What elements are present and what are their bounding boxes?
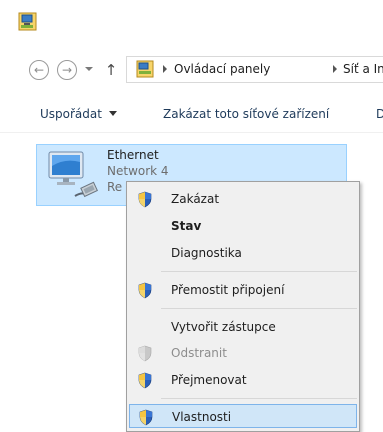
uac-shield-icon xyxy=(138,282,152,299)
chevron-down-icon xyxy=(108,111,117,116)
menu-item-label: Diagnostika xyxy=(171,246,242,260)
breadcrumb-network[interactable]: Síť a Int xyxy=(343,62,383,76)
menu-item-label: Přejmenovat xyxy=(171,373,247,387)
adapter-name: Ethernet xyxy=(107,148,159,162)
menu-item-diagnostics[interactable]: Diagnostika xyxy=(129,241,357,265)
recent-locations-icon[interactable] xyxy=(85,67,93,71)
disable-device-button[interactable]: Zakázat toto síťové zařízení xyxy=(163,107,329,121)
menu-item-status[interactable]: Stav xyxy=(129,214,357,238)
menu-item-disable[interactable]: Zakázat xyxy=(129,187,357,211)
control-panel-icon xyxy=(136,60,154,78)
breadcrumb-separator-icon[interactable] xyxy=(163,65,167,73)
uac-shield-icon xyxy=(139,409,153,426)
menu-item-rename[interactable]: Přejmenovat xyxy=(129,368,357,392)
forward-arrow-icon[interactable]: → xyxy=(57,60,77,80)
menu-item-label: Vytvořit zástupce xyxy=(171,320,276,334)
menu-separator xyxy=(161,271,357,272)
menu-item-label: Přemostit připojení xyxy=(171,283,285,297)
uac-shield-icon xyxy=(138,345,152,362)
title-bar xyxy=(0,0,383,44)
organize-label: Uspořádat xyxy=(40,107,102,121)
menu-item-delete: Odstranit xyxy=(129,341,357,365)
command-bar: Uspořádat Zakázat toto síťové zařízení D xyxy=(0,97,383,133)
menu-item-properties[interactable]: Vlastnosti xyxy=(129,404,357,428)
breadcrumb-separator-icon[interactable] xyxy=(333,65,337,73)
address-bar[interactable]: Ovládací panely Síť a Int xyxy=(126,56,383,83)
uac-shield-icon xyxy=(138,372,152,389)
context-menu: Zakázat Stav Diagnostika Přemostit připo… xyxy=(126,181,360,432)
menu-item-bridge[interactable]: Přemostit připojení xyxy=(129,278,357,302)
organize-button[interactable]: Uspořádat xyxy=(40,107,117,121)
adapter-network: Network 4 xyxy=(107,164,169,178)
menu-separator xyxy=(161,398,357,399)
menu-item-label: Odstranit xyxy=(171,346,227,360)
back-arrow-icon[interactable]: ← xyxy=(29,60,49,80)
up-arrow-icon[interactable]: ↑ xyxy=(104,61,118,79)
adapter-status: Re xyxy=(107,180,123,194)
menu-item-create-shortcut[interactable]: Vytvořit zástupce xyxy=(129,315,357,339)
more-command-button[interactable]: D xyxy=(376,107,383,121)
breadcrumb-control-panel[interactable]: Ovládací panely xyxy=(174,62,270,76)
menu-item-label: Stav xyxy=(171,219,202,233)
navigation-bar: ← → ↑ Ovládací panely Síť a Int xyxy=(0,52,383,88)
uac-shield-icon xyxy=(138,191,152,208)
menu-item-label: Zakázat xyxy=(171,192,220,206)
menu-item-label: Vlastnosti xyxy=(172,410,232,424)
ethernet-adapter-icon xyxy=(48,151,98,198)
menu-separator xyxy=(161,308,357,309)
network-connections-icon xyxy=(18,12,37,31)
